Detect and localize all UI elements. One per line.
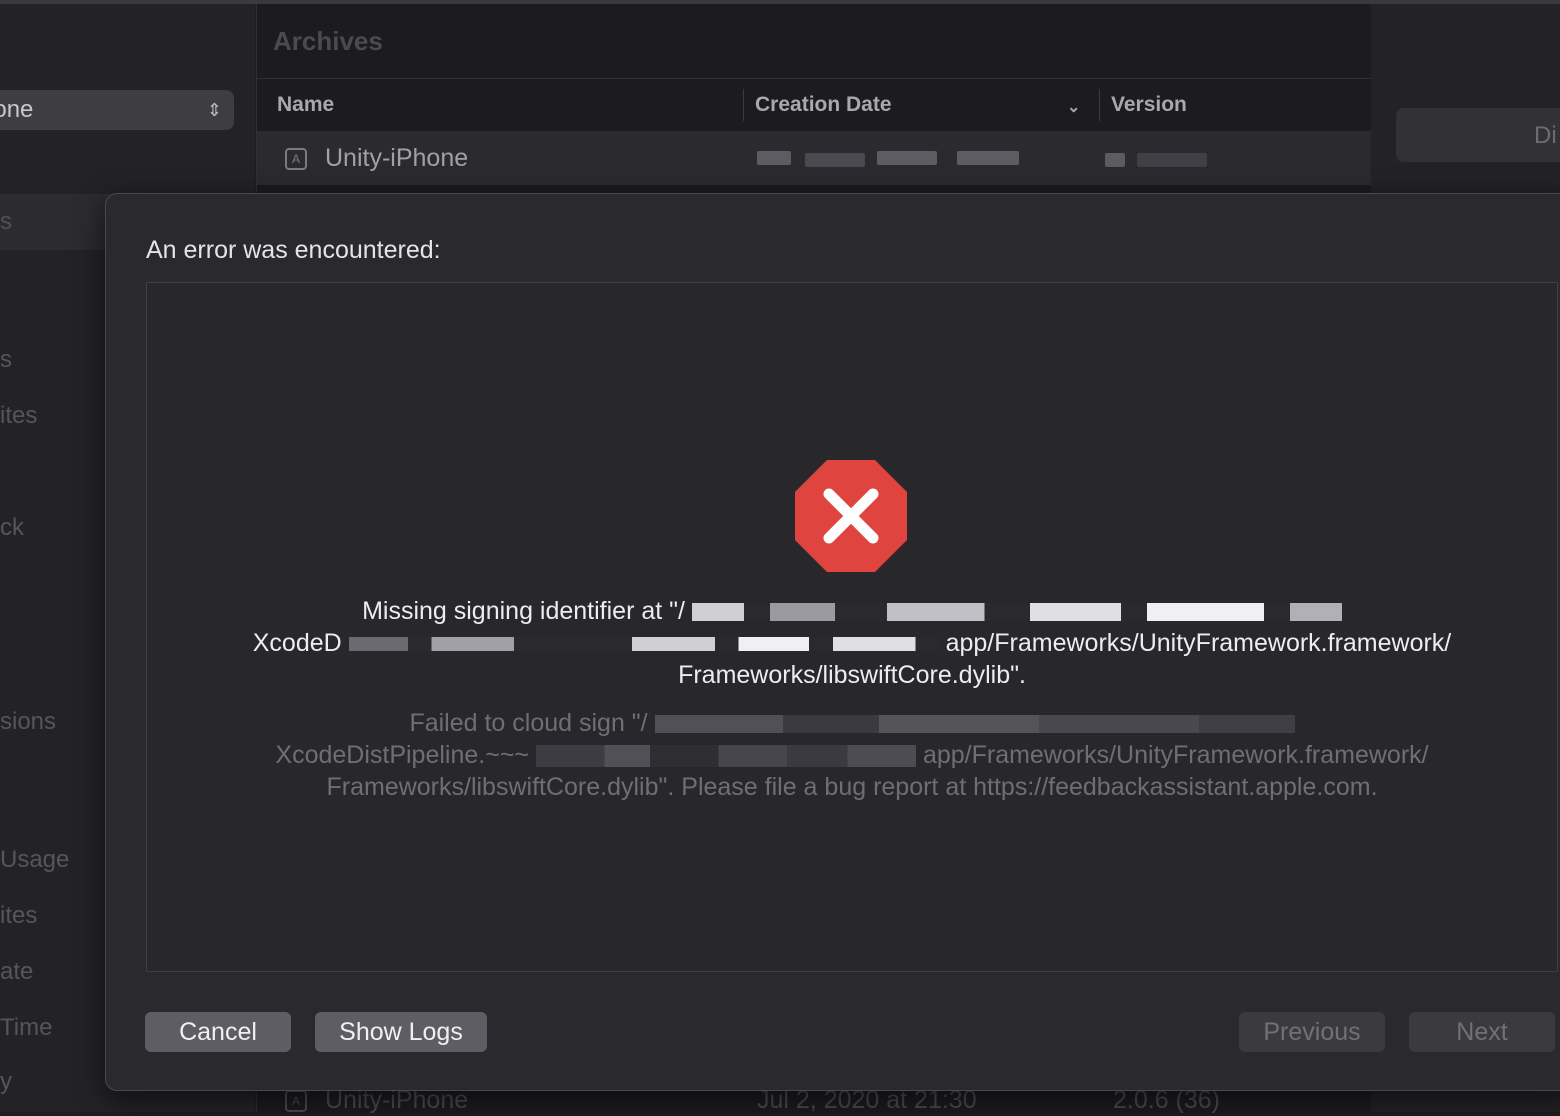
sidebar-item[interactable]: ites [0,902,37,930]
primary-line-3: app/Frameworks/UnityFramework.framework/ [945,629,1452,657]
redacted-path [691,603,1342,622]
sidebar-item[interactable]: Time [0,1014,52,1042]
cancel-button[interactable]: Cancel [145,1012,291,1052]
distribute-button[interactable]: Di [1396,108,1560,162]
sidebar-item[interactable]: sions [0,708,56,736]
sidebar-item[interactable]: y [0,1068,12,1096]
secondary-line-3: app/Frameworks/UnityFramework.framework/ [922,741,1429,769]
redacted-path [348,637,939,652]
sort-chevron-icon[interactable]: ⌄ [1067,97,1080,117]
error-primary-message: Missing signing identifier at "/ XcodeD … [207,595,1497,691]
primary-line-4: Frameworks/libswiftCore.dylib". [678,661,1026,689]
redacted-date [957,151,1019,165]
redacted-date [805,153,865,167]
table-row[interactable]: A Unity-iPhone [257,131,1371,185]
sidebar-item[interactable]: Usage [0,846,69,874]
sidebar-item[interactable]: ites [0,402,37,430]
next-button[interactable]: Next [1409,1012,1555,1052]
archive-name: Unity-iPhone [325,144,469,172]
sidebar-item[interactable]: ck [0,514,24,542]
sheet-title: An error was encountered: [146,236,441,264]
secondary-line-4: Frameworks/libswiftCore.dylib". Please f… [326,773,1378,801]
column-header-version[interactable]: Version [1111,93,1187,117]
column-header-creation-date[interactable]: Creation Date [755,93,892,117]
archives-title: Archives [273,26,383,56]
previous-button[interactable]: Previous [1239,1012,1385,1052]
device-selector[interactable]: hone ⇕ [0,90,234,130]
sidebar-item[interactable]: ate [0,958,33,986]
table-header: Name Creation Date ⌄ Version [257,78,1371,131]
secondary-line-2: XcodeDistPipeline.~~~ [275,741,530,769]
primary-line-2: XcodeD [252,629,342,657]
column-divider[interactable] [1099,89,1100,121]
redacted-version [1137,153,1207,167]
secondary-line-1: Failed to cloud sign "/ [409,709,648,737]
sidebar-item[interactable]: s [0,208,12,236]
redacted-path [654,715,1295,734]
column-header-name[interactable]: Name [277,93,334,117]
device-selector-label: hone [0,96,34,123]
app-archive-icon: A [285,148,307,170]
error-content-box: Missing signing identifier at "/ XcodeD … [146,282,1558,972]
app-archive-icon: A [285,1090,307,1112]
error-stop-icon [795,460,907,572]
sidebar-item[interactable]: s [0,346,12,374]
column-divider[interactable] [743,89,744,121]
redacted-path [535,745,916,768]
redacted-date [877,151,937,165]
primary-line-1: Missing signing identifier at "/ [362,597,685,625]
redacted-date [757,151,791,165]
error-secondary-message: Failed to cloud sign "/ XcodeDistPipelin… [207,707,1497,803]
distribute-button-label: Di [1534,122,1557,149]
chevron-updown-icon: ⇕ [206,100,222,120]
redacted-version [1105,153,1125,167]
show-logs-button[interactable]: Show Logs [315,1012,487,1052]
error-sheet: An error was encountered: Missing signin… [105,193,1560,1091]
